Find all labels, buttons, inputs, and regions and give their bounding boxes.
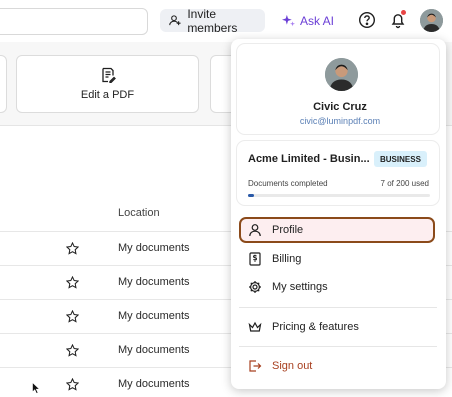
mouse-cursor-icon bbox=[32, 382, 40, 394]
edit-pdf-card[interactable]: Edit a PDF bbox=[16, 55, 199, 113]
invite-members-label: Invite members bbox=[187, 6, 238, 35]
crown-icon bbox=[248, 321, 262, 332]
menu-item-label: Pricing & features bbox=[272, 321, 359, 333]
action-card-partial[interactable] bbox=[0, 55, 7, 113]
notification-dot bbox=[401, 10, 406, 15]
menu-item-label: Billing bbox=[272, 253, 302, 265]
ask-ai-label: Ask AI bbox=[300, 13, 335, 28]
avatar bbox=[325, 58, 358, 91]
menu-item-pricing[interactable]: Pricing & features bbox=[239, 314, 435, 340]
user-icon bbox=[249, 224, 261, 237]
edit-pdf-label: Edit a PDF bbox=[80, 89, 135, 101]
top-bar: Invite members Ask AI bbox=[0, 0, 452, 42]
sparkle-icon bbox=[282, 14, 295, 27]
star-icon[interactable] bbox=[66, 310, 79, 323]
profile-card: Civic Cruz civic@luminpdf.com bbox=[237, 44, 439, 134]
user-email: civic@luminpdf.com bbox=[299, 116, 381, 126]
edit-document-icon bbox=[101, 67, 116, 83]
invite-members-button[interactable]: Invite members bbox=[160, 6, 265, 35]
row-location: My documents bbox=[118, 310, 190, 322]
documents-progress-bar bbox=[248, 194, 430, 197]
menu-item-billing[interactable]: Billing bbox=[239, 246, 435, 272]
menu-item-label: Profile bbox=[272, 224, 304, 236]
row-location: My documents bbox=[118, 276, 190, 288]
star-icon[interactable] bbox=[66, 242, 79, 255]
menu-item-sign-out[interactable]: Sign out bbox=[239, 353, 435, 379]
help-icon[interactable] bbox=[358, 11, 376, 29]
documents-progress-fill bbox=[248, 194, 255, 197]
documents-completed-label: Documents completed bbox=[248, 179, 328, 188]
documents-count: 7 of 200 used bbox=[380, 179, 429, 188]
row-location: My documents bbox=[118, 344, 190, 356]
user-name: Civic Cruz bbox=[313, 101, 367, 113]
row-location: My documents bbox=[118, 242, 190, 254]
menu-divider bbox=[239, 346, 437, 347]
row-location: My documents bbox=[118, 378, 190, 390]
avatar-image bbox=[325, 58, 358, 91]
search-input[interactable] bbox=[0, 8, 148, 35]
star-icon[interactable] bbox=[66, 276, 79, 289]
menu-divider bbox=[239, 307, 437, 308]
menu-item-settings[interactable]: My settings bbox=[239, 274, 435, 300]
plan-card: Acme Limited - Busin... BUSINESS Documen… bbox=[237, 141, 439, 205]
star-icon[interactable] bbox=[66, 378, 79, 391]
billing-icon bbox=[249, 252, 261, 266]
plan-name: Acme Limited - Busin... bbox=[248, 153, 370, 165]
location-column-header[interactable]: Location bbox=[118, 207, 160, 219]
sign-out-icon bbox=[249, 360, 262, 372]
ask-ai-button[interactable]: Ask AI bbox=[276, 9, 338, 32]
menu-item-profile[interactable]: Profile bbox=[239, 217, 435, 243]
add-user-icon bbox=[169, 15, 181, 26]
gear-icon bbox=[249, 281, 261, 293]
avatar-image bbox=[420, 9, 443, 32]
avatar[interactable] bbox=[420, 9, 443, 32]
account-menu: Civic Cruz civic@luminpdf.com Acme Limit… bbox=[231, 39, 446, 389]
star-icon[interactable] bbox=[66, 344, 79, 357]
menu-item-label: Sign out bbox=[272, 360, 313, 372]
menu-item-label: My settings bbox=[272, 281, 328, 293]
plan-badge: BUSINESS bbox=[374, 151, 427, 167]
